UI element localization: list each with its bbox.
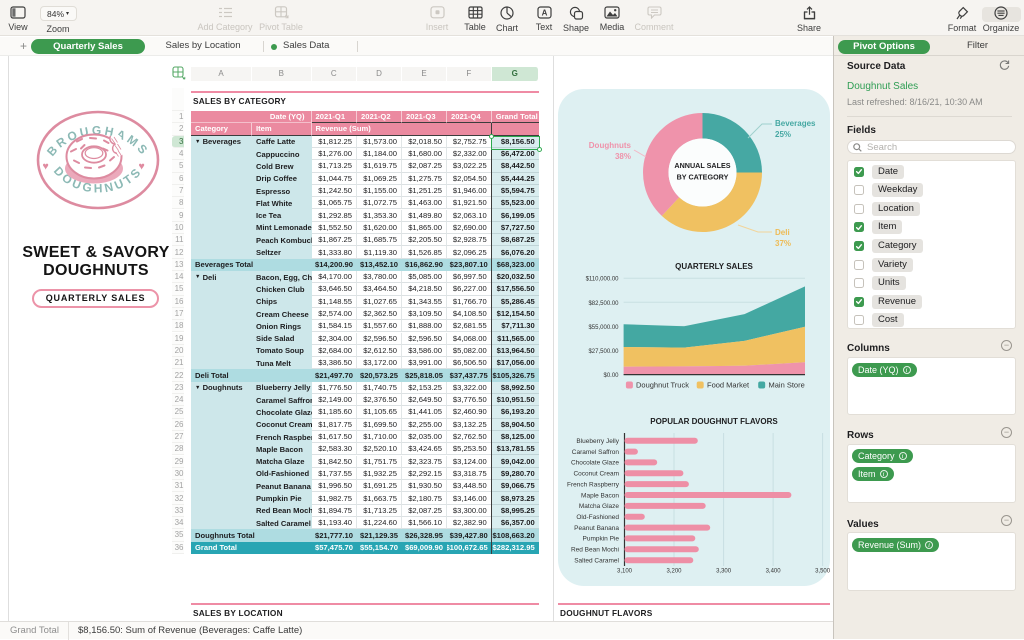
svg-text:$110,000.00: $110,000.00: [586, 277, 620, 283]
svg-text:3,100: 3,100: [617, 569, 633, 575]
svg-text:Caramel Saffron: Caramel Saffron: [572, 449, 620, 456]
svg-text:Deli: Deli: [775, 228, 790, 237]
svg-text:BY CATEGORY: BY CATEGORY: [677, 173, 729, 182]
svg-text:3,500: 3,500: [815, 569, 831, 575]
svg-text:Peanut Banana: Peanut Banana: [574, 525, 619, 532]
svg-text:♥: ♥: [139, 161, 145, 173]
svg-text:25%: 25%: [775, 130, 791, 139]
svg-text:3,400: 3,400: [766, 569, 782, 575]
svg-text:Pumpkin Pie: Pumpkin Pie: [583, 536, 620, 543]
svg-text:Food Market: Food Market: [707, 381, 750, 390]
svg-text:ANNUAL SALES: ANNUAL SALES: [674, 161, 730, 170]
svg-text:3,200: 3,200: [666, 569, 682, 575]
svg-text:Salted Caramel: Salted Caramel: [574, 558, 619, 565]
svg-text:French Raspberry: French Raspberry: [567, 481, 620, 488]
svg-text:$55,000.00: $55,000.00: [588, 325, 619, 331]
svg-text:$27,500.00: $27,500.00: [588, 349, 619, 355]
svg-text:Red Bean Mochi: Red Bean Mochi: [571, 547, 619, 554]
svg-text:Doughnut Truck: Doughnut Truck: [636, 381, 689, 390]
svg-text:Doughnuts: Doughnuts: [589, 141, 632, 150]
svg-text:Old-Fashioned: Old-Fashioned: [576, 514, 619, 521]
svg-text:3,300: 3,300: [716, 569, 732, 575]
svg-text:Matcha Glaze: Matcha Glaze: [579, 503, 619, 510]
svg-text:Maple Bacon: Maple Bacon: [581, 492, 619, 499]
svg-text:Beverages: Beverages: [775, 119, 816, 128]
svg-text:Coconut Cream: Coconut Cream: [573, 471, 619, 478]
svg-text:38%: 38%: [615, 152, 631, 161]
svg-text:37%: 37%: [775, 239, 791, 248]
svg-text:♥: ♥: [43, 161, 49, 173]
svg-text:Blueberry Jelly: Blueberry Jelly: [576, 438, 619, 445]
svg-text:Chocolate Glaze: Chocolate Glaze: [571, 460, 619, 467]
svg-text:$0.00: $0.00: [603, 373, 619, 379]
svg-text:$82,500.00: $82,500.00: [588, 301, 619, 307]
svg-text:Main Store: Main Store: [769, 381, 805, 390]
